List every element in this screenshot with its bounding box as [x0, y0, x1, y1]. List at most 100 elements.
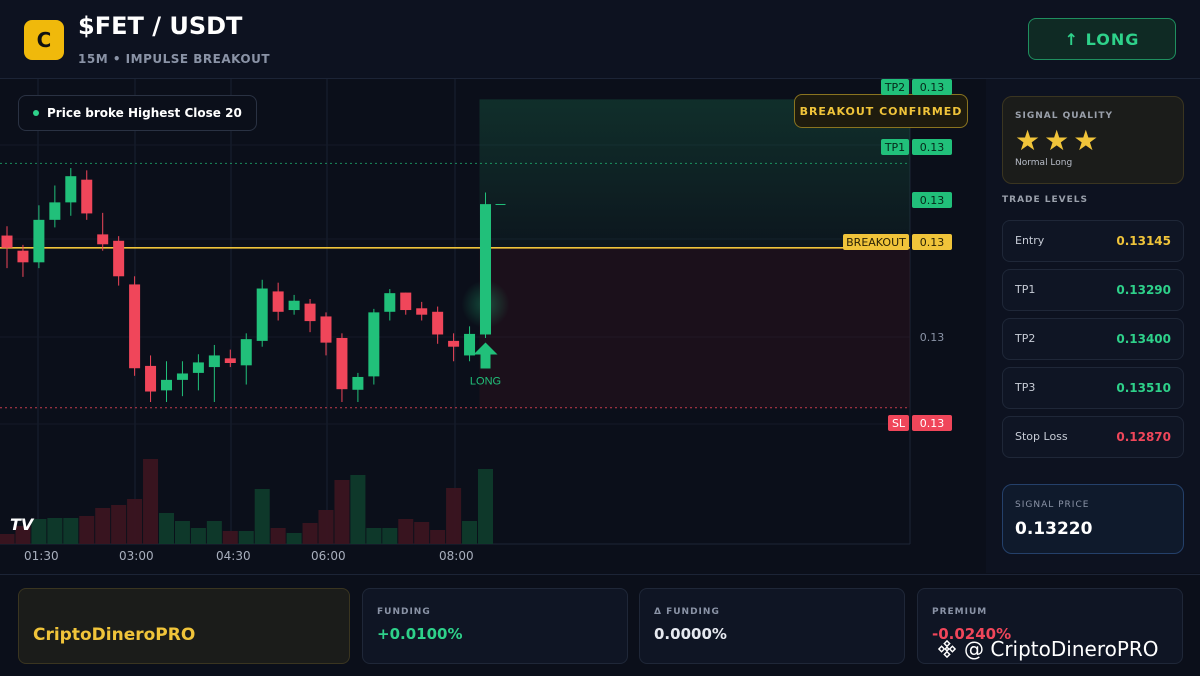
- breakout-note-text: Price broke Highest Close 20: [47, 106, 242, 120]
- candle-body: [384, 293, 396, 312]
- footer: CriptoDineroPRO FUNDING +0.0100% Δ FUNDI…: [0, 574, 1200, 676]
- axis-price-label: 0.13: [919, 330, 945, 344]
- tradingview-logo: TV: [10, 515, 34, 534]
- sl-label-tag: SL: [888, 415, 909, 431]
- volume-bar: [398, 519, 414, 544]
- trade-levels-title: TRADE LEVELS: [1002, 195, 1088, 205]
- candle-body: [304, 303, 316, 322]
- price-chart[interactable]: LONG Price broke Highest Close 20 BREAKO…: [0, 79, 985, 573]
- volume-bar: [446, 488, 462, 544]
- candle-body: [176, 373, 188, 380]
- last-price-tag: 0.13: [912, 192, 952, 208]
- level-value: 0.13400: [1116, 332, 1171, 346]
- volume-bar: [334, 480, 350, 544]
- volume-bar: [206, 521, 222, 544]
- candle-body: [113, 240, 125, 277]
- sl-price-tag: 0.13: [912, 415, 952, 431]
- candle-body: [368, 312, 380, 377]
- x-tick: 08:00: [439, 549, 474, 563]
- breakout-label-tag: BREAKOUT: [843, 234, 909, 250]
- candle-body: [336, 337, 348, 390]
- candle-body: [448, 340, 460, 347]
- candle-body: [224, 358, 236, 363]
- candle-body: [192, 362, 204, 373]
- volume-bar: [95, 508, 111, 544]
- breakout-note: Price broke Highest Close 20: [18, 95, 257, 131]
- candle-body: [320, 316, 332, 343]
- brand-logo: C: [24, 20, 64, 60]
- volume-bar: [174, 521, 190, 544]
- level-label: TP1: [1015, 283, 1036, 296]
- volume-bar: [382, 528, 398, 544]
- signal-quality-title: SIGNAL QUALITY: [1015, 111, 1113, 121]
- volume-bar: [254, 489, 270, 544]
- volume-bar: [159, 513, 174, 544]
- signal-quality-card: SIGNAL QUALITY ★★★ Normal Long: [1002, 96, 1184, 184]
- volume-bar: [79, 516, 95, 544]
- delta-funding-card: Δ FUNDING 0.0000%: [639, 588, 905, 664]
- candle-body: [145, 365, 157, 392]
- stat-value: 0.0000%: [654, 625, 727, 643]
- tp2-price-tag: 0.13: [912, 79, 952, 95]
- long-direction-button[interactable]: ↑ LONG: [1028, 18, 1176, 60]
- stat-label: FUNDING: [377, 607, 431, 617]
- candles: [1, 168, 491, 402]
- candle-body: [288, 300, 300, 311]
- x-tick: 04:30: [216, 549, 251, 563]
- header: C $FET / USDT 15M • IMPULSE BREAKOUT ↑ L…: [0, 0, 1200, 79]
- stat-label: PREMIUM: [932, 607, 988, 617]
- pair-title: $FET / USDT: [78, 12, 243, 40]
- trade-zones: [479, 99, 910, 408]
- volume-bars: [0, 459, 493, 544]
- candle-body: [33, 219, 45, 263]
- volume-bar: [111, 505, 127, 544]
- volume-bar: [286, 533, 302, 544]
- volume-bar: [238, 531, 254, 544]
- brand-name: CriptoDineroPRO: [33, 625, 196, 645]
- watermark-text: @ CriptoDineroPRO: [964, 637, 1159, 661]
- tp2-label-tag: TP2: [881, 79, 909, 95]
- level-row-stop-loss: Stop Loss 0.12870: [1002, 416, 1184, 458]
- candle-body: [240, 339, 252, 366]
- candle-body: [352, 376, 364, 390]
- long-signal-label: LONG: [470, 375, 501, 387]
- level-label: Entry: [1015, 234, 1045, 247]
- signal-glow: [461, 280, 510, 329]
- volume-bar: [47, 518, 63, 544]
- pair-subtitle: 15M • IMPULSE BREAKOUT: [78, 52, 271, 66]
- level-label: TP3: [1015, 381, 1036, 394]
- candle-body: [256, 288, 268, 341]
- candle-body: [208, 355, 220, 368]
- level-row-tp2: TP2 0.13400: [1002, 318, 1184, 360]
- candle-body: [129, 284, 141, 369]
- candle-body: [161, 379, 172, 391]
- level-label: TP2: [1015, 332, 1036, 345]
- volume-bar: [190, 528, 206, 544]
- level-value: 0.12870: [1116, 430, 1171, 444]
- tp1-price-tag: 0.13: [912, 139, 952, 155]
- level-label: Stop Loss: [1015, 430, 1068, 443]
- level-row-tp1: TP1 0.13290: [1002, 269, 1184, 311]
- status-dot-icon: [33, 110, 39, 116]
- signal-price-card: SIGNAL PRICE 0.13220: [1002, 484, 1184, 554]
- volume-bar: [462, 521, 478, 544]
- candle-body: [97, 234, 109, 245]
- candlestick-chart[interactable]: LONG: [0, 79, 985, 573]
- volume-bar: [366, 528, 382, 544]
- brand-card: CriptoDineroPRO: [18, 588, 350, 664]
- funding-card: FUNDING +0.0100%: [362, 588, 628, 664]
- signal-sidebar: SIGNAL QUALITY ★★★ Normal Long TRADE LEV…: [986, 79, 1200, 573]
- level-value: 0.13510: [1116, 381, 1171, 395]
- volume-bar: [143, 459, 159, 544]
- x-tick: 03:00: [119, 549, 154, 563]
- volume-bar: [127, 499, 143, 544]
- volume-bar: [0, 534, 15, 544]
- breakout-price-tag: 0.13: [912, 234, 952, 250]
- volume-bar: [414, 522, 430, 544]
- signal-price-label: SIGNAL PRICE: [1015, 500, 1090, 510]
- star-rating-icon: ★★★: [1015, 124, 1103, 157]
- volume-bar: [270, 528, 286, 544]
- signal-price-value: 0.13220: [1015, 519, 1093, 539]
- level-row-tp3: TP3 0.13510: [1002, 367, 1184, 409]
- breakout-confirmed-badge: BREAKOUT CONFIRMED: [794, 94, 968, 128]
